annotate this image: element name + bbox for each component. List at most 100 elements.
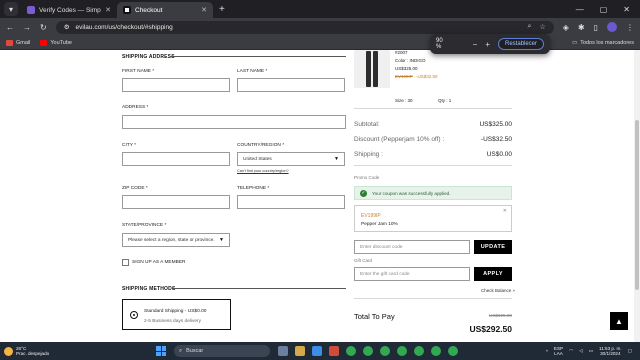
clock-time: 11:53 p. m.: [599, 345, 622, 351]
system-tray: ^ ESP LAA ◠ ◁ ▭ 11:53 p. m. 30/1/2024 ▢: [546, 346, 640, 357]
zip-field[interactable]: [122, 195, 230, 209]
extension-icon[interactable]: ◈: [563, 23, 569, 32]
window-controls: — ▢ ✕: [576, 5, 640, 18]
discount-label: Discount (Pepperjam 10% off) :: [354, 136, 445, 143]
country-select[interactable]: United States ▼: [237, 152, 345, 166]
gift-card-field[interactable]: Enter the gift card code: [354, 267, 470, 281]
address-field[interactable]: [122, 115, 346, 129]
profile-avatar[interactable]: [607, 22, 617, 32]
shipping-address-title: SHIPPING ADDRESS: [122, 54, 175, 60]
folder-icon: ▭: [571, 39, 578, 46]
state-select[interactable]: Please select a region, state or provinc…: [122, 233, 230, 247]
zoom-icon[interactable]: ⌕: [528, 23, 532, 31]
chrome-icon[interactable]: [363, 346, 373, 356]
task-view-icon[interactable]: [278, 346, 288, 356]
zoom-out-button[interactable]: −: [473, 40, 478, 49]
volume-icon[interactable]: ◁: [579, 348, 583, 354]
bookmark-star-icon[interactable]: ☆: [539, 23, 545, 31]
taskbar: 26°C Prac. despejado ⌕ Buscar ^ ESP LAA …: [0, 342, 640, 360]
scrollbar-thumb[interactable]: [635, 120, 639, 290]
total-original: US$325.00: [489, 313, 512, 318]
page-scrollbar[interactable]: [634, 50, 640, 342]
last-name-field[interactable]: [237, 78, 345, 92]
remove-coupon-icon[interactable]: ✕: [503, 208, 507, 214]
phone-field[interactable]: [237, 195, 345, 209]
all-bookmarks[interactable]: ▭ Todos los marcadores: [572, 40, 634, 46]
apply-button[interactable]: APPLY: [474, 267, 512, 281]
minimize-icon[interactable]: —: [576, 5, 584, 14]
sidepanel-icon[interactable]: ▯: [594, 23, 598, 32]
clock-date: 30/1/2024: [600, 351, 621, 356]
chrome-icon[interactable]: [380, 346, 390, 356]
shipping-option-radio[interactable]: [130, 311, 138, 319]
coupon-success-text: Your coupon was successfully applied.: [372, 190, 451, 196]
shipping-label: Shipping :: [354, 151, 383, 158]
edge-icon[interactable]: [312, 346, 322, 356]
wifi-icon[interactable]: ◠: [569, 348, 573, 354]
app-icon[interactable]: [329, 346, 339, 356]
first-name-field[interactable]: [122, 78, 230, 92]
chevron-up-icon[interactable]: ^: [546, 349, 548, 354]
discount-placeholder: Enter discount code: [360, 244, 403, 250]
shipping-option-standard[interactable]: [122, 299, 231, 330]
close-tab-icon[interactable]: ✕: [105, 6, 111, 14]
bookmark-gmail[interactable]: Gmail: [6, 39, 30, 46]
new-tab-icon[interactable]: +: [219, 4, 225, 15]
notification-icon[interactable]: ▢: [628, 348, 632, 354]
country-label: COUNTRY/REGION *: [237, 143, 285, 148]
menu-icon[interactable]: ⋮: [626, 23, 634, 32]
check-circle-icon: ✓: [360, 189, 367, 197]
chrome-icon[interactable]: [346, 346, 356, 356]
zoom-in-button[interactable]: +: [485, 40, 490, 49]
shipping-option-subtitle: 2-5 Business days delivery: [144, 319, 202, 324]
product-sale-code: EV199IP: [395, 74, 413, 79]
zoom-popup: 90 % − + Restablecer: [430, 34, 550, 54]
divider: [354, 298, 512, 299]
tab-checkout[interactable]: Checkout ✕: [117, 2, 213, 18]
subtotal-value: US$325.00: [479, 121, 512, 128]
bookmark-label: YouTube: [50, 39, 72, 46]
signup-checkbox[interactable]: [122, 259, 129, 266]
chrome-icon[interactable]: [397, 346, 407, 356]
country-help-link[interactable]: Can't find your country/region?: [237, 169, 289, 173]
weather-widget[interactable]: 26°C Prac. despejado: [0, 346, 120, 357]
chrome-icon[interactable]: [414, 346, 424, 356]
product-color: Color : INDIGO: [395, 58, 426, 63]
windows-start-icon[interactable]: [156, 346, 166, 356]
tab-verify-codes[interactable]: Verify Codes — SimplyCodes ✕: [21, 2, 117, 18]
clock[interactable]: 11:53 p. m. 30/1/2024: [599, 346, 622, 357]
file-explorer-icon[interactable]: [295, 346, 305, 356]
shipping-option-title: Standard Shipping - US$0.00: [144, 309, 207, 314]
zoom-reset-button[interactable]: Restablecer: [497, 38, 544, 50]
last-name-label: LAST NAME *: [237, 69, 268, 74]
reload-icon[interactable]: ↻: [40, 23, 47, 32]
all-bookmarks-label: Todos los marcadores: [580, 39, 634, 46]
language-indicator[interactable]: ESP LAA: [554, 346, 563, 357]
update-button[interactable]: UPDATE: [474, 240, 512, 254]
gift-card-label: Gift Card: [354, 258, 373, 263]
puzzle-icon[interactable]: ✱: [578, 23, 585, 32]
tab-search-button[interactable]: ▾: [4, 2, 18, 16]
maximize-icon[interactable]: ▢: [600, 5, 608, 14]
chevron-down-icon: ▼: [219, 237, 224, 243]
forward-icon[interactable]: →: [23, 23, 31, 32]
taskbar-search[interactable]: ⌕ Buscar: [174, 345, 270, 357]
battery-icon[interactable]: ▭: [589, 348, 593, 354]
close-window-icon[interactable]: ✕: [623, 5, 630, 14]
subtotal-label: Subtotal:: [354, 121, 380, 128]
site-info-icon[interactable]: ⚙: [64, 23, 70, 31]
discount-code-field[interactable]: Enter discount code: [354, 240, 470, 254]
back-icon[interactable]: ←: [6, 23, 14, 32]
bookmark-youtube[interactable]: YouTube: [40, 39, 72, 46]
gmail-icon: [6, 39, 13, 46]
address-bar[interactable]: ⚙ evilau.com/us/checkout/#shipping ⌕ ☆: [55, 20, 554, 34]
country-value: United States: [243, 156, 272, 162]
address-label: ADDRESS *: [122, 105, 149, 110]
chrome-icon[interactable]: [431, 346, 441, 356]
check-balance-link[interactable]: Check Balance »: [481, 288, 515, 293]
close-tab-icon[interactable]: ✕: [201, 6, 207, 14]
search-icon: ⌕: [179, 347, 183, 354]
scroll-to-top-icon[interactable]: ▲: [610, 312, 628, 330]
chrome-icon[interactable]: [448, 346, 458, 356]
city-field[interactable]: [122, 152, 230, 166]
